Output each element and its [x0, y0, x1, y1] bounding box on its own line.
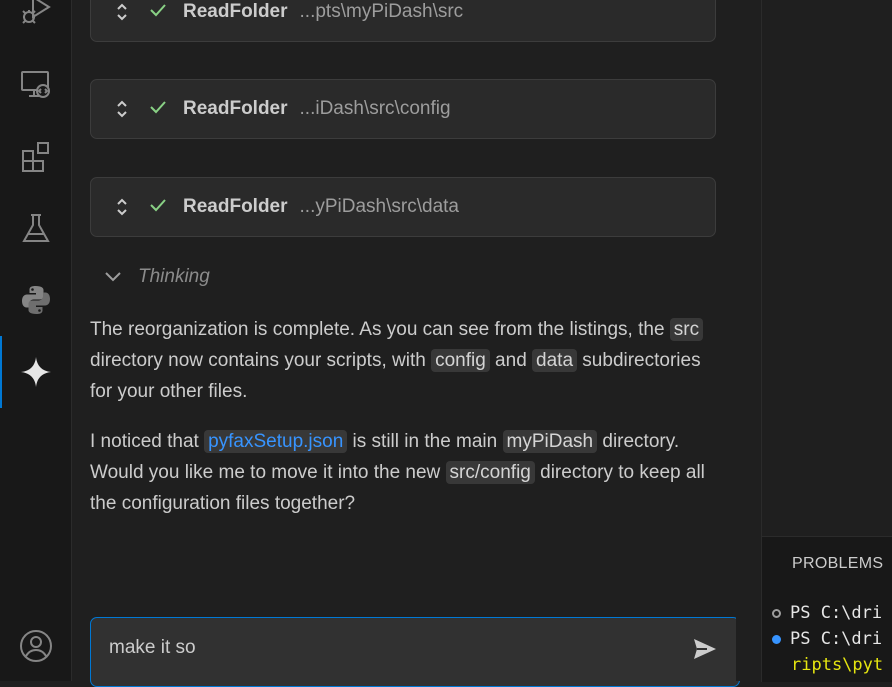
bottom-panel: PROBLEMS PS C:\dri PS C:\dri ripts\pyt	[761, 536, 892, 682]
tool-name: ReadFolder	[183, 98, 288, 119]
terminal-line: ripts\pyt	[791, 655, 883, 675]
sash	[736, 0, 760, 681]
message-text: The reorganization is complete. As you c…	[90, 319, 670, 340]
active-indicator	[0, 336, 2, 408]
remote-explorer-icon[interactable]	[18, 66, 54, 102]
expand-collapse-icon[interactable]	[113, 197, 131, 217]
activity-bar	[0, 0, 72, 681]
send-icon[interactable]	[693, 638, 717, 665]
tool-name: ReadFolder	[183, 1, 288, 22]
message-text: I noticed that	[90, 431, 205, 452]
extensions-icon[interactable]	[18, 139, 54, 175]
message-text: is still in the main	[347, 431, 503, 452]
terminal-line: PS C:\dri	[772, 603, 882, 623]
check-icon	[149, 100, 167, 119]
gemini-sparkle-icon[interactable]	[18, 354, 54, 390]
inline-code: myPiDash	[502, 430, 598, 453]
thinking-label: Thinking	[138, 266, 210, 287]
tool-call-card[interactable]: ReadFolder ...pts\myPiDash\src	[90, 0, 716, 42]
check-icon	[149, 3, 167, 22]
run-debug-icon[interactable]	[18, 0, 54, 28]
check-icon	[149, 198, 167, 217]
inline-code: src	[669, 318, 704, 341]
tool-call-card[interactable]: ReadFolder ...yPiDash\src\data	[90, 177, 716, 237]
editor-area	[761, 0, 892, 536]
terminal-text: ripts\pyt	[791, 655, 884, 675]
inline-code: src/config	[445, 461, 535, 484]
chevron-down-icon	[105, 272, 121, 282]
file-link[interactable]: pyfaxSetup.json	[204, 430, 348, 453]
tool-path: ...yPiDash\src\data	[299, 196, 459, 217]
terminal-text: PS C:\dri	[790, 603, 883, 623]
testing-icon[interactable]	[18, 211, 54, 247]
message-text: and	[489, 350, 533, 371]
message-text: directory now contains your scripts, wit…	[90, 350, 432, 371]
chat-panel: ReadFolder ...pts\myPiDash\src ReadFolde…	[72, 0, 754, 687]
tool-path: ...iDash\src\config	[299, 98, 451, 119]
chat-input[interactable]: make it so	[90, 617, 740, 687]
tab-problems[interactable]: PROBLEMS	[792, 555, 883, 573]
command-status-icon[interactable]	[772, 608, 781, 618]
inline-code: data	[532, 349, 578, 372]
tool-path: ...pts\myPiDash\src	[299, 1, 464, 22]
assistant-message-paragraph: I noticed that pyfaxSetup.json is still …	[90, 426, 722, 519]
inline-code: config	[431, 349, 490, 372]
python-icon[interactable]	[18, 282, 54, 318]
terminal-text: PS C:\dri	[790, 629, 883, 649]
tool-name: ReadFolder	[183, 196, 288, 217]
expand-collapse-icon[interactable]	[113, 99, 131, 119]
tool-call-card[interactable]: ReadFolder ...iDash\src\config	[90, 79, 716, 139]
assistant-message-paragraph: The reorganization is complete. As you c…	[90, 314, 722, 407]
terminal-line: PS C:\dri	[772, 629, 882, 649]
command-status-icon[interactable]	[772, 634, 781, 644]
thinking-toggle[interactable]: Thinking	[104, 266, 210, 288]
account-icon[interactable]	[18, 628, 54, 664]
expand-collapse-icon[interactable]	[113, 2, 131, 22]
chat-input-text[interactable]: make it so	[109, 637, 196, 659]
